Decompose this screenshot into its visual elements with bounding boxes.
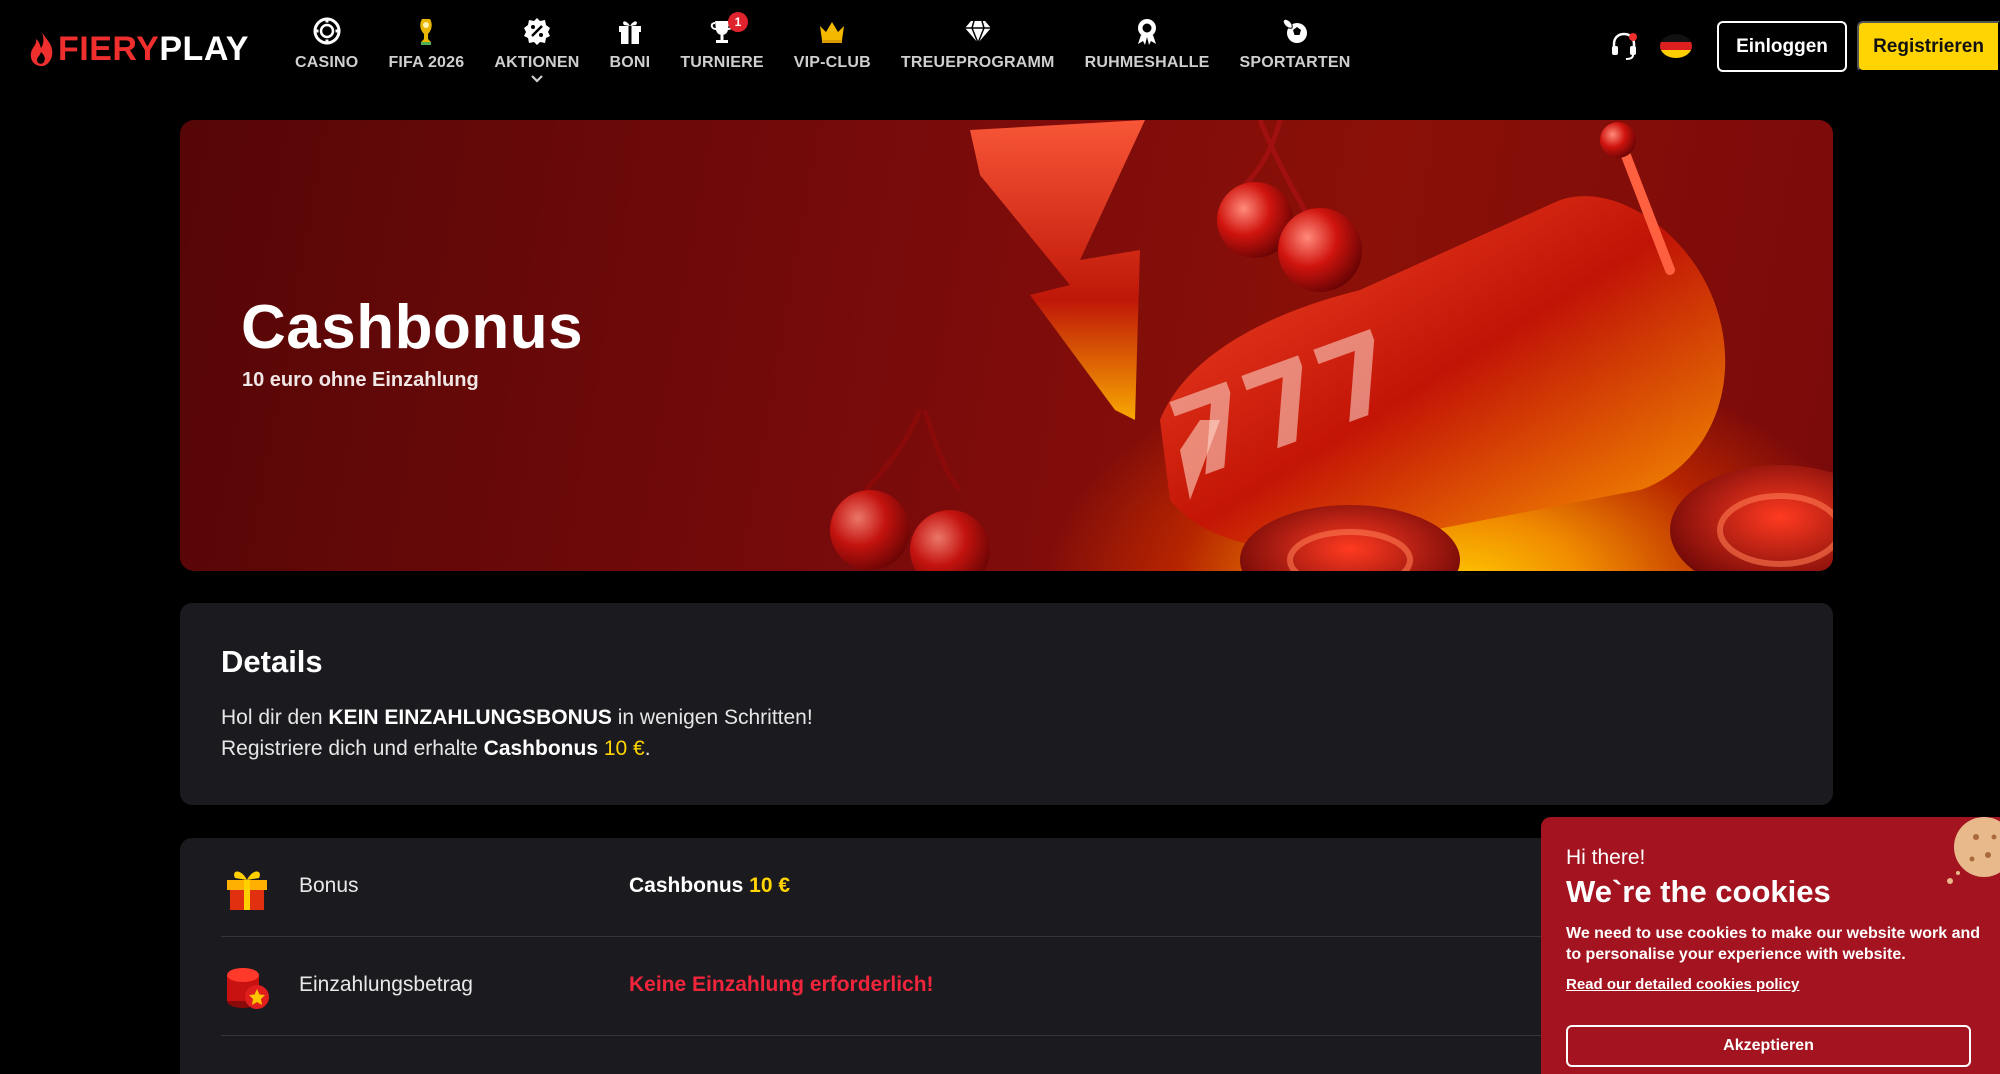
details-title: Details xyxy=(221,644,323,679)
cookie-consent-popup: Hi there! We`re the cookies We need to u… xyxy=(1541,817,2000,1074)
nav-item-sportarten[interactable]: SPORTARTEN xyxy=(1224,14,1365,94)
brand-part2: PLAY xyxy=(159,29,249,68)
info-label: Bonus xyxy=(299,874,359,897)
cookie-policy-link[interactable]: Read our detailed cookies policy xyxy=(1566,976,1799,993)
nav-item-turniere[interactable]: 1 TURNIERE xyxy=(665,12,778,94)
details-card: Details Hol dir den KEIN EINZAHLUNGSBONU… xyxy=(180,603,1833,805)
casino-chip-icon xyxy=(310,14,344,48)
hero-subtitle: 10 euro ohne Einzahlung xyxy=(242,369,479,391)
medal-icon xyxy=(1130,14,1164,48)
cookie-greeting: Hi there! xyxy=(1566,846,1646,869)
info-label: Einzahlungsbetrag xyxy=(299,973,473,996)
nav-item-aktionen[interactable]: AKTIONEN xyxy=(479,14,594,94)
cookie-icon xyxy=(1947,817,2000,884)
german-flag-icon[interactable] xyxy=(1660,34,1692,58)
cookie-text: We need to use cookies to make our websi… xyxy=(1566,925,1981,963)
brand-logo[interactable]: FIERYPLAY xyxy=(28,26,249,72)
discount-badge-icon xyxy=(520,14,554,48)
brand-part1: FIERY xyxy=(58,29,160,68)
accept-cookies-button[interactable]: Akzeptieren xyxy=(1566,1025,1971,1067)
tournament-count-badge: 1 xyxy=(728,12,749,32)
support-headset-icon[interactable] xyxy=(1608,30,1640,62)
flame-logo-icon xyxy=(30,32,53,67)
nav-item-boni[interactable]: BONI xyxy=(595,14,666,94)
crown-icon xyxy=(815,14,849,48)
nav-item-ruhmeshalle[interactable]: RUHMESHALLE xyxy=(1070,14,1225,94)
register-button[interactable]: Registrieren xyxy=(1857,21,2000,72)
chevron-down-icon[interactable] xyxy=(530,74,544,84)
details-line-2: Registriere dich und erhalte Cashbonus 1… xyxy=(221,737,651,760)
login-button[interactable]: Einloggen xyxy=(1717,21,1847,72)
nav-item-treueprogramm[interactable]: TREUEPROGRAMM xyxy=(886,14,1070,94)
gift-box-icon xyxy=(227,871,267,910)
hero-title: Cashbonus xyxy=(241,293,584,362)
info-value-alert: Keine Einzahlung erforderlich! xyxy=(629,973,934,996)
main-nav: CASINO FIFA 2026 AKTIONEN BONI 1 TURNIER… xyxy=(280,12,1366,94)
diamond-icon xyxy=(961,14,995,48)
promo-hero-banner: 777 Cashbonus 10 euro ohne Einzahlung xyxy=(180,120,1833,571)
nav-item-vip-club[interactable]: VIP-CLUB xyxy=(779,14,886,94)
cookie-title: We`re the cookies xyxy=(1566,874,1831,909)
top-header: FIERYPLAY CASINO FIFA 2026 AKTIONEN BONI… xyxy=(0,0,2000,100)
nav-item-fifa-2026[interactable]: FIFA 2026 xyxy=(373,14,479,94)
details-line-1: Hol dir den KEIN EINZAHLUNGSBONUS in wen… xyxy=(221,706,813,729)
coin-stack-icon xyxy=(227,968,269,1009)
sports-ball-icon xyxy=(1278,14,1312,48)
trophy-icon xyxy=(409,14,443,48)
gift-icon xyxy=(613,14,647,48)
nav-item-casino[interactable]: CASINO xyxy=(280,14,373,94)
info-value: Cashbonus 10 € xyxy=(629,874,791,897)
